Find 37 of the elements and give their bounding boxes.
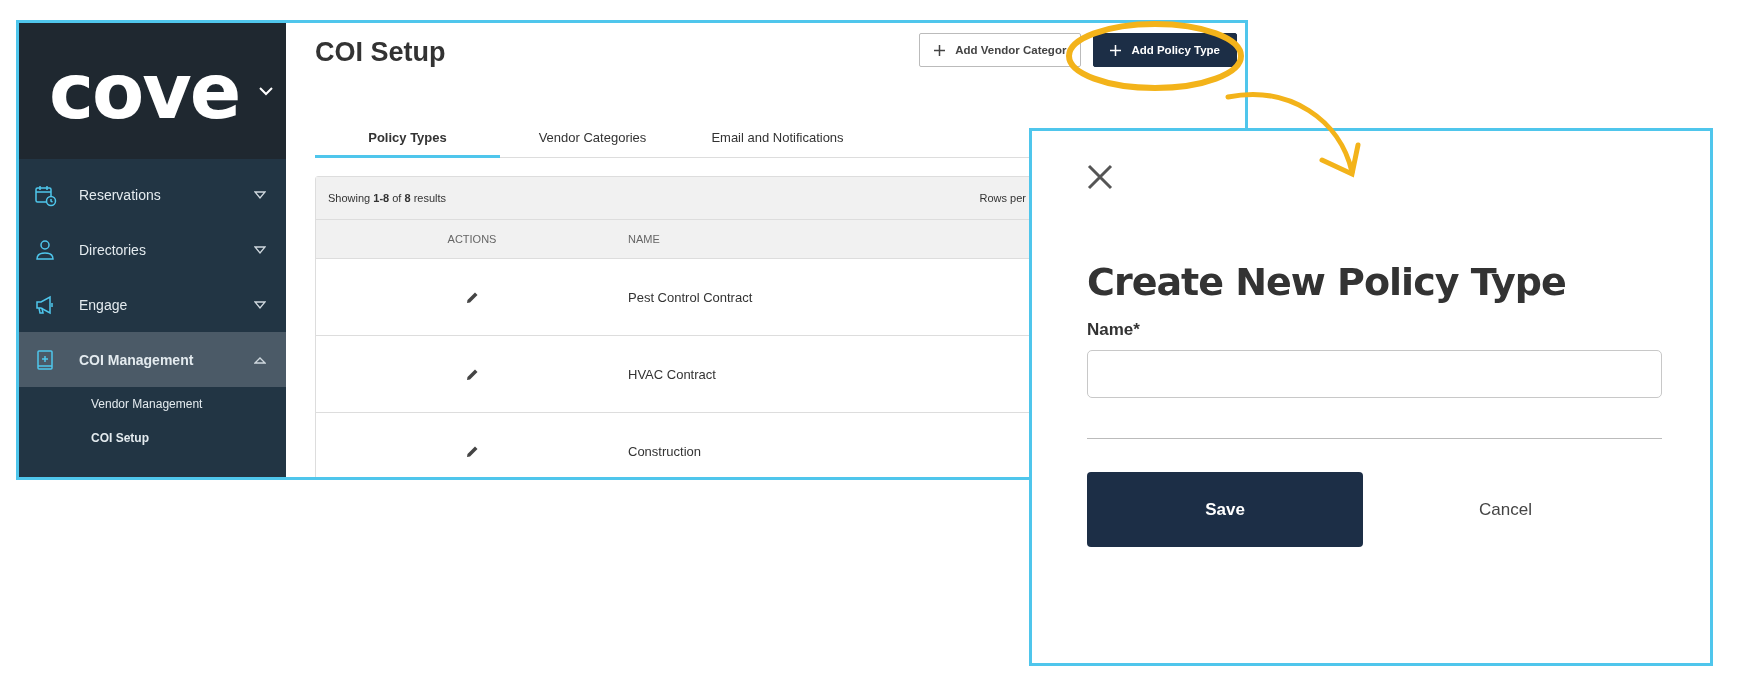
add-policy-type-button[interactable]: Add Policy Type	[1093, 33, 1237, 67]
tab[interactable]: Email and Notifications	[685, 124, 870, 158]
add-vendor-category-button[interactable]: Add Vendor Categor	[919, 33, 1082, 67]
caret-down-icon	[254, 300, 266, 309]
tab[interactable]: Policy Types	[315, 124, 500, 158]
pencil-icon[interactable]	[465, 444, 479, 458]
results-summary: Showing 1-8 of 8 results	[328, 192, 447, 204]
field-label: Name*	[1087, 320, 1141, 340]
pencil-icon[interactable]	[465, 367, 479, 381]
chevron-down-icon[interactable]	[259, 86, 274, 96]
column-header: NAME	[628, 233, 661, 245]
caret-down-icon	[254, 190, 266, 199]
tab[interactable]: Vendor Categories	[500, 124, 685, 158]
rows-per-page-label: Rows per	[979, 192, 1026, 204]
name-input[interactable]	[1087, 350, 1662, 398]
plus-icon	[1110, 44, 1122, 56]
plus-icon	[934, 44, 946, 56]
table-cell-text: HVAC Contract	[628, 366, 717, 382]
sidebar-item[interactable]: Reservations	[19, 167, 286, 222]
sidebar-item[interactable]: COI Management	[19, 332, 286, 387]
table-cell-text: Construction	[628, 443, 702, 459]
caret-down-icon	[254, 245, 266, 254]
cancel-button[interactable]: Cancel	[1473, 498, 1538, 521]
sidebar-subitem[interactable]: Vendor Management	[19, 387, 286, 421]
caret-up-icon	[254, 355, 266, 364]
table-cell-text: Pest Control Contract	[628, 289, 754, 305]
pencil-icon[interactable]	[465, 290, 479, 304]
page-title: COI Setup	[315, 37, 446, 68]
sidebar-subitem[interactable]: COI Setup	[19, 421, 286, 455]
close-icon[interactable]	[1087, 164, 1113, 190]
dialog-title: Create New Policy Type	[1087, 260, 1567, 304]
person-icon	[33, 237, 57, 262]
column-header: ACTIONS	[446, 233, 498, 245]
sidebar-item[interactable]: Directories	[19, 222, 286, 277]
sidebar-item[interactable]: Engage	[19, 277, 286, 332]
logo: cove	[49, 46, 240, 136]
save-button[interactable]: Save	[1087, 472, 1363, 547]
